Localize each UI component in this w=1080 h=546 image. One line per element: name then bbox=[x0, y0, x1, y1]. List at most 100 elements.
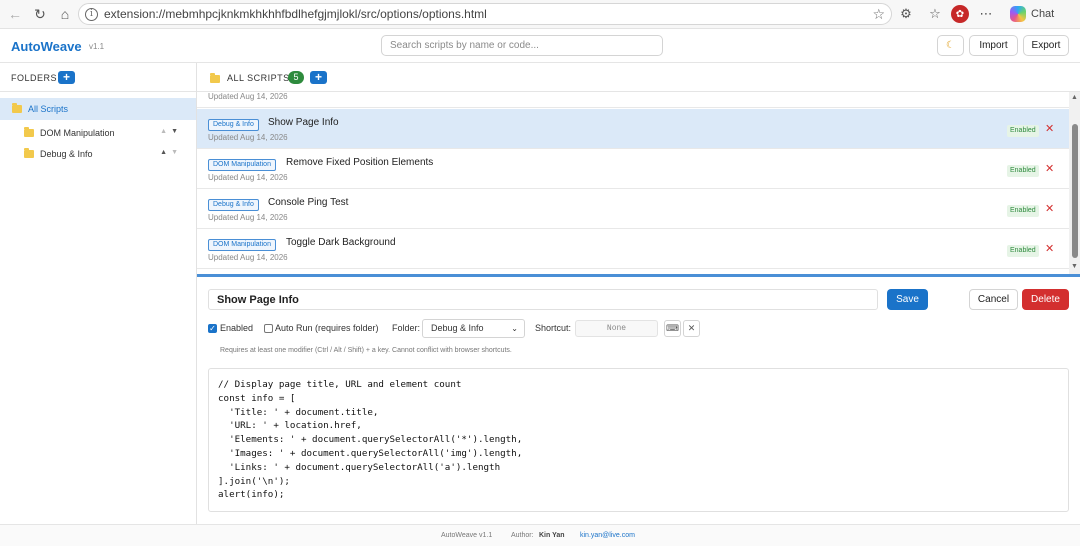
reorder-arrows[interactable]: ▲▼ bbox=[160, 149, 182, 156]
status-badge: Enabled bbox=[1007, 165, 1039, 177]
script-name: Remove Fixed Position Elements bbox=[286, 157, 434, 168]
script-list-header: ALL SCRIPTS 5 + bbox=[197, 63, 1080, 92]
folder-tag: DOM Manipulation bbox=[208, 239, 276, 251]
enabled-checkbox[interactable]: ✓ bbox=[208, 324, 217, 333]
list-title: ALL SCRIPTS bbox=[227, 73, 290, 83]
favorite-star-icon[interactable]: ☆ bbox=[872, 6, 885, 23]
sidebar-item-dom-manipulation[interactable]: DOM Manipulation ▲▼ bbox=[0, 123, 196, 143]
script-title-input[interactable] bbox=[208, 289, 878, 310]
script-list: Updated Aug 14, 2026 Debug & Info Show P… bbox=[197, 92, 1069, 274]
clear-shortcut-icon[interactable]: ✕ bbox=[683, 320, 700, 337]
more-menu-icon[interactable]: ⋯ bbox=[976, 4, 996, 24]
folder-label: Folder: bbox=[392, 323, 421, 333]
move-down-icon[interactable]: ▼ bbox=[171, 149, 182, 156]
chat-button[interactable]: Chat bbox=[1004, 3, 1060, 25]
home-icon[interactable]: ⌂ bbox=[54, 3, 76, 25]
profile-avatar-icon[interactable]: ✿ bbox=[950, 4, 970, 24]
cancel-button[interactable]: Cancel bbox=[969, 289, 1018, 310]
move-up-icon[interactable]: ▲ bbox=[160, 128, 171, 135]
chevron-down-icon: ⌄ bbox=[511, 324, 518, 333]
shortcut-hint: Requires at least one modifier (Ctrl / A… bbox=[220, 347, 512, 354]
autorun-checkbox[interactable] bbox=[264, 324, 273, 333]
enabled-label: Enabled bbox=[220, 323, 254, 333]
scroll-down-icon[interactable]: ▼ bbox=[1071, 263, 1078, 270]
footer-email-link[interactable]: kin.yan@live.com bbox=[580, 532, 635, 539]
favorites-icon[interactable]: ☆ bbox=[925, 4, 945, 24]
folder-icon bbox=[24, 148, 34, 158]
script-updated: Updated Aug 14, 2026 bbox=[208, 92, 288, 101]
script-row[interactable]: DOM Manipulation Toggle Dark Background … bbox=[197, 229, 1069, 269]
sidebar-item-all-scripts[interactable]: All Scripts bbox=[0, 98, 196, 120]
copilot-logo-icon bbox=[1010, 6, 1026, 22]
app-version: v1.1 bbox=[89, 42, 105, 51]
delete-script-icon[interactable]: ✕ bbox=[1045, 162, 1054, 175]
extensions-puzzle-icon[interactable]: ⚙ bbox=[896, 4, 916, 24]
reorder-arrows[interactable]: ▲▼ bbox=[160, 128, 182, 135]
status-badge: Enabled bbox=[1007, 205, 1039, 217]
site-info-icon[interactable]: i bbox=[85, 7, 98, 21]
script-row[interactable]: Debug & Info Show Page Info Updated Aug … bbox=[197, 109, 1069, 149]
list-scrollbar[interactable]: ▲ ▼ bbox=[1069, 92, 1080, 274]
status-badge: Enabled bbox=[1007, 125, 1039, 137]
folder-icon bbox=[210, 73, 220, 83]
script-options: ✓ Enabled Auto Run (requires folder) Fol… bbox=[208, 319, 1068, 339]
folder-icon bbox=[24, 127, 34, 137]
footer-author-name: Kin Yan bbox=[539, 532, 565, 539]
folder-sidebar: FOLDERS + All Scripts DOM Manipulation ▲… bbox=[0, 63, 197, 524]
chat-label: Chat bbox=[1031, 8, 1055, 20]
sidebar-header: FOLDERS + bbox=[0, 63, 196, 92]
script-updated: Updated Aug 14, 2026 bbox=[208, 213, 288, 222]
autorun-label: Auto Run (requires folder) bbox=[275, 323, 379, 333]
script-updated: Updated Aug 14, 2026 bbox=[208, 173, 288, 182]
script-updated: Updated Aug 14, 2026 bbox=[208, 133, 288, 142]
folder-tag: Debug & Info bbox=[208, 119, 259, 131]
delete-script-icon[interactable]: ✕ bbox=[1045, 202, 1054, 215]
code-editor[interactable]: // Display page title, URL and element c… bbox=[208, 368, 1069, 512]
shortcut-label: Shortcut: bbox=[535, 323, 572, 333]
script-row[interactable]: DOM Manipulation Remove Fixed Position E… bbox=[197, 149, 1069, 189]
back-icon[interactable]: ← bbox=[4, 3, 26, 25]
app-title: AutoWeave bbox=[11, 39, 82, 54]
save-button[interactable]: Save bbox=[887, 289, 928, 310]
script-count-badge: 5 bbox=[288, 71, 304, 84]
script-name: Show Page Info bbox=[268, 117, 339, 128]
theme-toggle-button[interactable]: ☾ bbox=[937, 35, 964, 56]
folder-select-value: Debug & Info bbox=[431, 323, 484, 333]
url-text: extension://mebmhpcjknkmkhkhhfbdlhefgjmj… bbox=[104, 7, 487, 21]
script-row[interactable]: Debug & Info Console Ping Test Updated A… bbox=[197, 189, 1069, 229]
footer: AutoWeave v1.1 Author: Kin Yan kin.yan@l… bbox=[0, 524, 1080, 546]
add-folder-button[interactable]: + bbox=[58, 71, 75, 84]
sidebar-item-label: All Scripts bbox=[28, 104, 69, 114]
import-button[interactable]: Import bbox=[969, 35, 1018, 56]
sidebar-title: FOLDERS bbox=[11, 73, 58, 83]
delete-script-icon[interactable]: ✕ bbox=[1045, 122, 1054, 135]
shortcut-input[interactable]: None bbox=[575, 320, 658, 337]
scroll-thumb[interactable] bbox=[1072, 124, 1078, 258]
delete-script-icon[interactable]: ✕ bbox=[1045, 242, 1054, 255]
script-name: Console Ping Test bbox=[268, 197, 349, 208]
folder-select[interactable]: Debug & Info ⌄ bbox=[422, 319, 525, 338]
reload-icon[interactable]: ↻ bbox=[29, 3, 51, 25]
move-down-icon[interactable]: ▼ bbox=[171, 128, 182, 135]
delete-button[interactable]: Delete bbox=[1022, 289, 1069, 310]
sidebar-item-debug-info[interactable]: Debug & Info ▲▼ bbox=[0, 144, 196, 164]
export-button[interactable]: Export bbox=[1023, 35, 1069, 56]
app-header: AutoWeave v1.1 ☾ Import Export bbox=[0, 30, 1080, 63]
sidebar-item-label: DOM Manipulation bbox=[40, 128, 115, 138]
search-input[interactable] bbox=[381, 35, 663, 56]
footer-author-label: Author: bbox=[511, 532, 534, 539]
resize-splitter[interactable] bbox=[197, 274, 1080, 277]
keyboard-icon[interactable]: ⌨ bbox=[664, 320, 681, 337]
address-bar[interactable]: i extension://mebmhpcjknkmkhkhhfbdlhefgj… bbox=[78, 3, 892, 25]
folder-tag: Debug & Info bbox=[208, 199, 259, 211]
sidebar-item-label: Debug & Info bbox=[40, 149, 93, 159]
script-updated: Updated Aug 14, 2026 bbox=[208, 253, 288, 262]
folder-tag: DOM Manipulation bbox=[208, 159, 276, 171]
folder-icon bbox=[12, 103, 22, 113]
move-up-icon[interactable]: ▲ bbox=[160, 149, 171, 156]
script-row[interactable]: Updated Aug 14, 2026 bbox=[197, 92, 1069, 108]
footer-app: AutoWeave v1.1 bbox=[441, 532, 493, 539]
status-badge: Enabled bbox=[1007, 245, 1039, 257]
add-script-button[interactable]: + bbox=[310, 71, 327, 84]
scroll-up-icon[interactable]: ▲ bbox=[1071, 94, 1078, 101]
